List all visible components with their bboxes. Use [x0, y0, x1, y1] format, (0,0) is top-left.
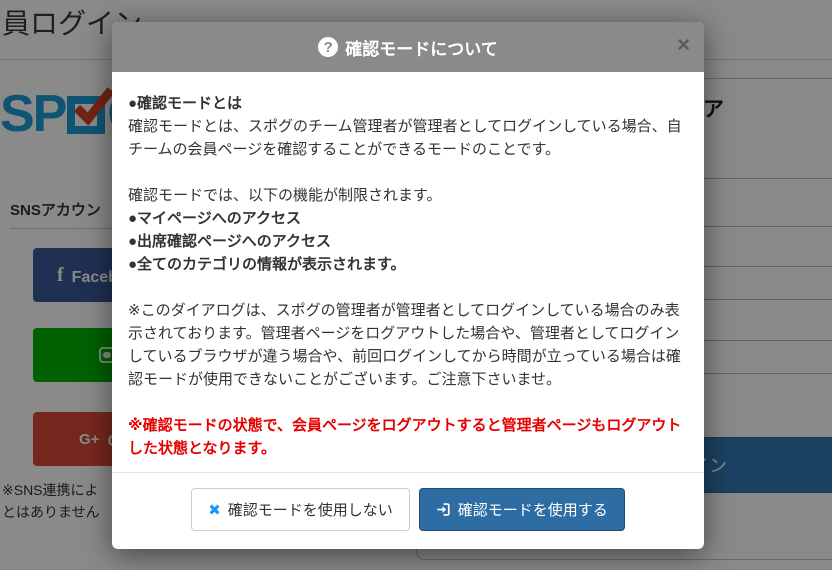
- section-warning: ※確認モードの状態で、会員ページをログアウトすると管理者ページもログアウトした状…: [128, 414, 688, 460]
- section-what-is: ●確認モードとは 確認モードとは、スポグのチーム管理者が管理者としてログインして…: [128, 92, 688, 161]
- restriction-item: ●マイページへのアクセス: [128, 210, 301, 227]
- close-icon[interactable]: ×: [677, 34, 690, 56]
- dialog-header: ? 確認モードについて ×: [112, 22, 704, 72]
- decline-confirmation-mode-button[interactable]: ✖ 確認モードを使用しない: [191, 488, 410, 531]
- sign-in-icon: [436, 502, 451, 517]
- restriction-item: ●出席確認ページへのアクセス: [128, 233, 331, 250]
- section-text: 確認モードとは、スポグのチーム管理者が管理者としてログインしている場合、自チーム…: [128, 118, 682, 158]
- section-note: ※このダイアログは、スポグの管理者が管理者としてログインしている場合のみ表示され…: [128, 299, 688, 391]
- screen: 員ログイン SPG SNSアカウン f Facebookでログイン LINEでロ…: [0, 0, 832, 570]
- dialog-title-text: 確認モードについて: [345, 35, 498, 60]
- accept-button-label: 確認モードを使用する: [458, 499, 608, 520]
- confirmation-mode-dialog: ? 確認モードについて × ●確認モードとは 確認モードとは、スポグのチーム管理…: [112, 22, 704, 549]
- question-circle-icon: ?: [318, 37, 338, 57]
- dialog-footer: ✖ 確認モードを使用しない 確認モードを使用する: [112, 472, 704, 549]
- restrictions-intro: 確認モードでは、以下の機能が制限されます。: [128, 187, 442, 204]
- section-restrictions: 確認モードでは、以下の機能が制限されます。 ●マイページへのアクセス ●出席確認…: [128, 184, 688, 276]
- accept-confirmation-mode-button[interactable]: 確認モードを使用する: [419, 488, 625, 531]
- section-heading: ●確認モードとは: [128, 95, 242, 112]
- x-icon: ✖: [208, 501, 221, 519]
- restriction-item: ●全てのカテゴリの情報が表示されます。: [128, 256, 406, 273]
- dialog-body: ●確認モードとは 確認モードとは、スポグのチーム管理者が管理者としてログインして…: [112, 72, 704, 472]
- dialog-title: ? 確認モードについて: [318, 35, 498, 60]
- decline-button-label: 確認モードを使用しない: [228, 499, 393, 520]
